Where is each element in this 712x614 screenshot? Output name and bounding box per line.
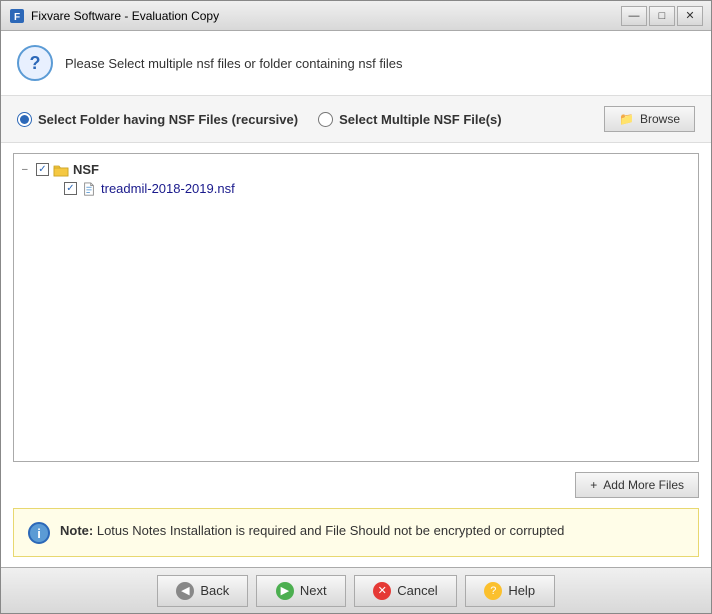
addfiles-label: Add More Files [603,478,684,492]
main-window: F Fixvare Software - Evaluation Copy — □… [0,0,712,614]
minimize-button[interactable]: — [621,6,647,26]
addfiles-section: + Add More Files [1,468,711,504]
file-tree[interactable]: – NSF treadmil-2018-2019.nsf [13,153,699,462]
browse-icon: 📁 [619,112,634,126]
next-button[interactable]: ▶ Next [256,575,346,607]
radio-section: Select Folder having NSF Files (recursiv… [1,96,711,143]
next-label: Next [300,583,327,598]
browse-label: Browse [640,112,680,126]
help-label: Help [508,583,535,598]
addfiles-icon: + [590,478,597,492]
help-button[interactable]: ? Help [465,575,555,607]
close-button[interactable]: ✕ [677,6,703,26]
titlebar: F Fixvare Software - Evaluation Copy — □… [1,1,711,31]
tree-toggle-icon[interactable]: – [22,164,32,175]
tree-child-item[interactable]: treadmil-2018-2019.nsf [50,179,690,198]
radio-folder-input[interactable] [17,112,32,127]
radio-files-label: Select Multiple NSF File(s) [339,112,502,127]
tree-child-checkbox[interactable] [64,182,77,195]
radio-files-input[interactable] [318,112,333,127]
radio-files-option[interactable]: Select Multiple NSF File(s) [318,112,502,127]
next-icon: ▶ [276,582,294,600]
tree-child-label: treadmil-2018-2019.nsf [101,181,235,196]
help-icon: ? [484,582,502,600]
radio-folder-option[interactable]: Select Folder having NSF Files (recursiv… [17,112,298,127]
svg-text:F: F [14,12,20,23]
app-icon: F [9,8,25,24]
tree-root-label: NSF [73,162,99,177]
back-label: Back [200,583,229,598]
radio-folder-label: Select Folder having NSF Files (recursiv… [38,112,298,127]
titlebar-buttons: — □ ✕ [621,6,703,26]
browse-button[interactable]: 📁 Browse [604,106,695,132]
note-bold: Note: [60,523,97,538]
back-button[interactable]: ◀ Back [157,575,248,607]
footer: ◀ Back ▶ Next ✕ Cancel ? Help [1,567,711,613]
add-more-files-button[interactable]: + Add More Files [575,472,699,498]
note-body: Lotus Notes Installation is required and… [97,523,565,538]
header-message: Please Select multiple nsf files or fold… [65,56,402,71]
tree-root-checkbox[interactable] [36,163,49,176]
note-text: Note: Lotus Notes Installation is requir… [60,521,564,541]
maximize-button[interactable]: □ [649,6,675,26]
header-section: ? Please Select multiple nsf files or fo… [1,31,711,96]
note-icon: i [28,522,50,544]
back-icon: ◀ [176,582,194,600]
titlebar-title: Fixvare Software - Evaluation Copy [31,9,621,23]
cancel-label: Cancel [397,583,437,598]
header-icon: ? [17,45,53,81]
cancel-icon: ✕ [373,582,391,600]
file-icon [81,182,97,196]
cancel-button[interactable]: ✕ Cancel [354,575,456,607]
tree-root-item[interactable]: – NSF [22,160,690,179]
note-section: i Note: Lotus Notes Installation is requ… [13,508,699,557]
folder-icon [53,163,69,177]
